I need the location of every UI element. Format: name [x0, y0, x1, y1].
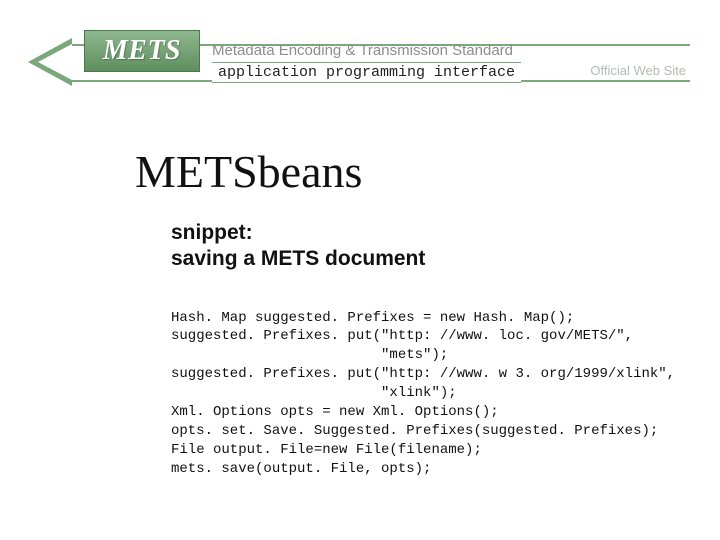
snippet-heading: snippet: saving a METS document: [171, 220, 720, 273]
content-area: METSbeans snippet: saving a METS documen…: [0, 95, 720, 479]
tagline: Metadata Encoding & Transmission Standar…: [212, 42, 513, 59]
header-banner: METS Metadata Encoding & Transmission St…: [0, 0, 720, 95]
logo: METS: [84, 30, 200, 72]
page-title: METSbeans: [135, 145, 720, 198]
official-label: Official Web Site: [590, 63, 686, 78]
code-snippet: Hash. Map suggested. Prefixes = new Hash…: [171, 309, 720, 479]
snippet-heading-line1: snippet:: [171, 221, 253, 244]
snippet-heading-line2: saving a METS document: [171, 247, 425, 270]
logo-text: METS: [103, 35, 181, 67]
snippet-block: snippet: saving a METS document Hash. Ma…: [135, 220, 720, 479]
subtitle: application programming interface: [212, 62, 521, 83]
arrow-left-inner: [38, 44, 72, 80]
